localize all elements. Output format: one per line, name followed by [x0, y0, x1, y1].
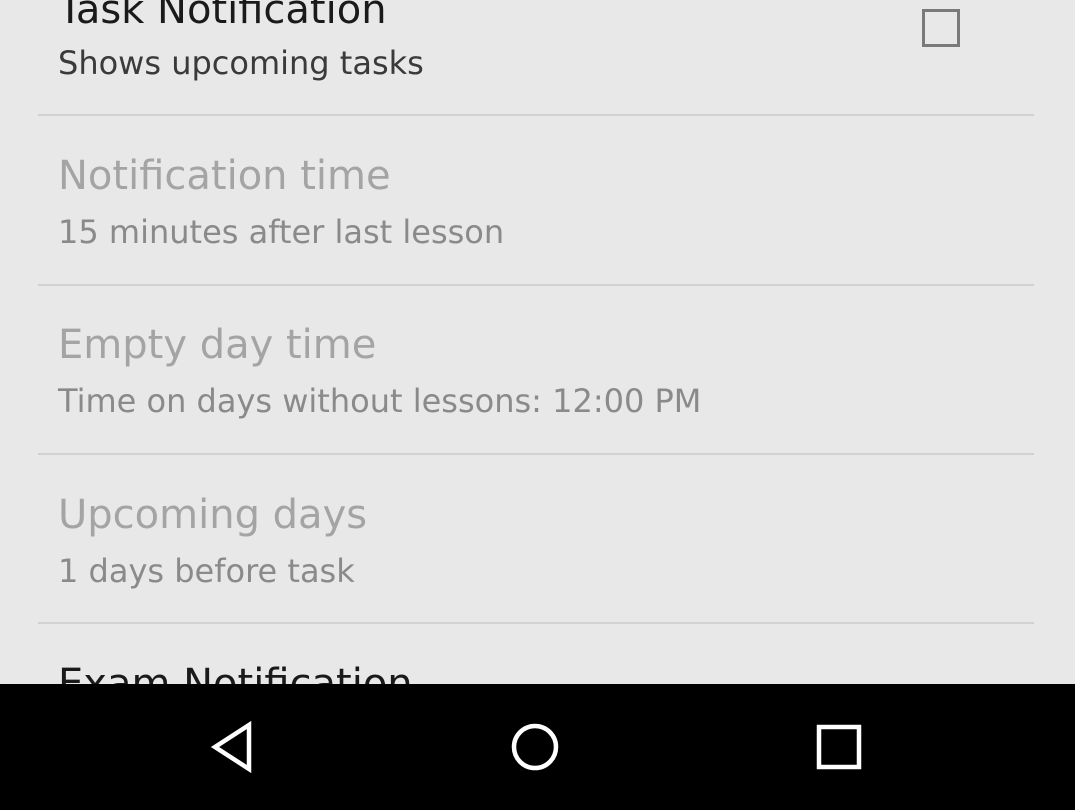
recents-square-icon: [816, 724, 862, 770]
navigation-bar: [0, 684, 1075, 810]
task-notification-checkbox[interactable]: [922, 9, 960, 47]
pref-summary: 1 days before task: [58, 552, 355, 590]
pref-title: Empty day time: [58, 322, 377, 368]
pref-notification-time[interactable]: Notification time 15 minutes after last …: [0, 116, 1075, 284]
recents-button[interactable]: [764, 684, 914, 810]
back-button[interactable]: [157, 684, 307, 810]
pref-upcoming-days[interactable]: Upcoming days 1 days before task: [0, 455, 1075, 622]
pref-summary: Shows upcoming tasks: [58, 44, 424, 82]
preferences-list: Task Notification Shows upcoming tasks N…: [0, 0, 1075, 684]
back-triangle-icon: [210, 721, 252, 773]
pref-empty-day-time[interactable]: Empty day time Time on days without less…: [0, 286, 1075, 453]
home-circle-icon: [511, 723, 559, 771]
home-button[interactable]: [460, 684, 610, 810]
pref-summary: 15 minutes after last lesson: [58, 213, 505, 251]
pref-exam-notification[interactable]: Exam Notification: [0, 624, 1075, 684]
pref-title: Notification time: [58, 153, 391, 199]
settings-screen: Task Notification Shows upcoming tasks N…: [0, 0, 1075, 810]
pref-title: Exam Notification: [58, 661, 413, 684]
pref-summary: Time on days without lessons: 12:00 PM: [58, 382, 702, 420]
pref-title: Task Notification: [58, 0, 387, 33]
pref-task-notification[interactable]: Task Notification Shows upcoming tasks: [0, 0, 1075, 114]
pref-title: Upcoming days: [58, 492, 368, 538]
